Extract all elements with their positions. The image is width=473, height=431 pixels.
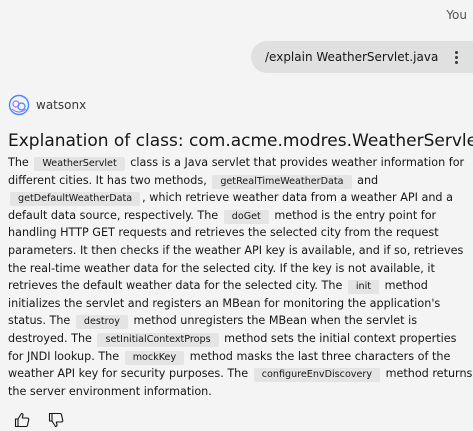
- response-title: Explanation of class: com.acme.modres.We…: [8, 131, 473, 151]
- overflow-menu-icon[interactable]: [449, 49, 463, 65]
- user-label: You: [446, 8, 467, 22]
- thumbs-down-icon[interactable]: [47, 411, 65, 429]
- inline-code: configureEnvDiscovery: [253, 368, 381, 383]
- response-text: The: [8, 156, 33, 169]
- bot-name: watsonx: [36, 98, 87, 112]
- bot-header: watsonx: [8, 94, 86, 116]
- inline-code: doGet: [223, 209, 269, 224]
- user-message-bubble: /explain WeatherServlet.java: [251, 41, 473, 73]
- inline-code: getDefaultWeatherData: [10, 192, 141, 207]
- inline-code: setInitialContextProps: [97, 332, 219, 347]
- response-text: and: [353, 173, 379, 187]
- inline-code: mockKey: [124, 350, 185, 365]
- response-body: The WeatherServlet class is a Java servl…: [8, 154, 473, 400]
- feedback-bar: [13, 411, 65, 429]
- inline-code: WeatherServlet: [34, 157, 125, 171]
- inline-code: init: [347, 280, 380, 295]
- inline-code: destroy: [75, 315, 128, 330]
- thumbs-up-icon[interactable]: [13, 411, 31, 429]
- user-message-text: /explain WeatherServlet.java: [265, 50, 439, 64]
- watsonx-avatar-icon: [8, 94, 30, 116]
- inline-code: getRealTimeWeatherData: [212, 174, 352, 189]
